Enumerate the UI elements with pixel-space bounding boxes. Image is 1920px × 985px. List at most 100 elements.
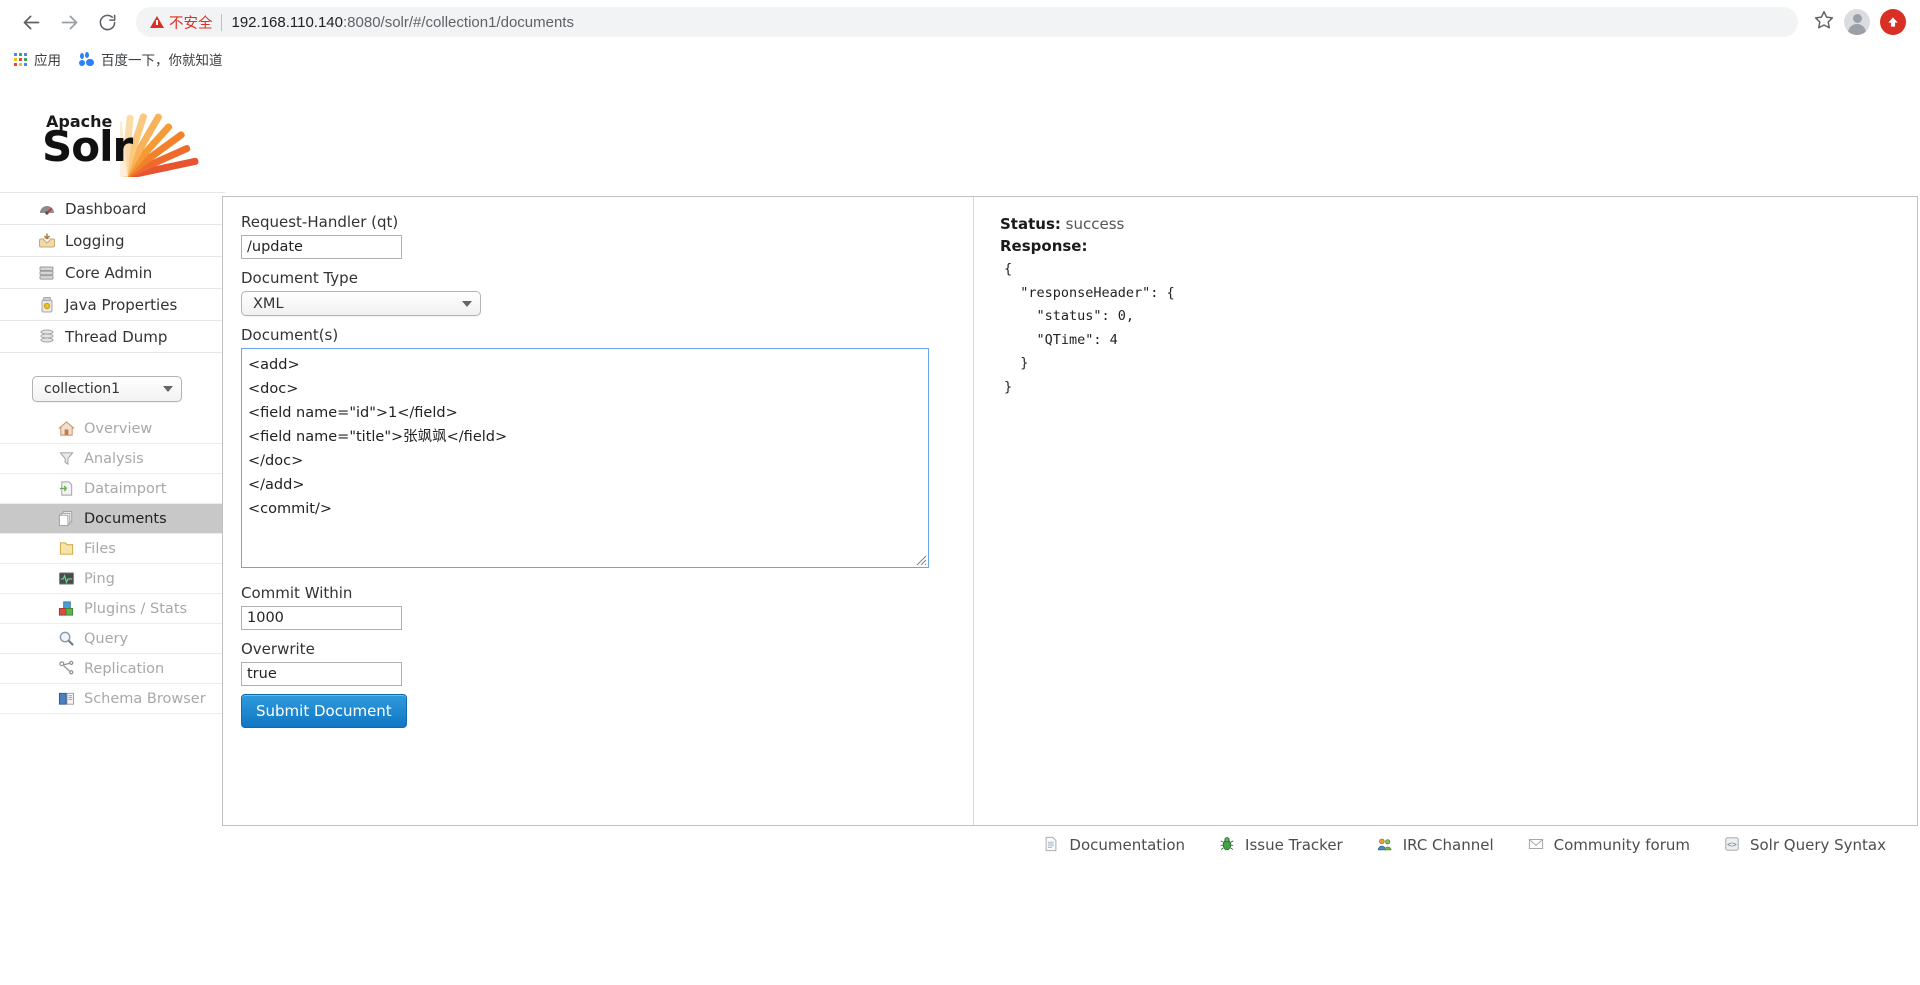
footer-link-community-forum[interactable]: Community forum xyxy=(1528,836,1690,854)
footer-link-issue-tracker[interactable]: Issue Tracker xyxy=(1219,836,1343,854)
chevron-down-icon xyxy=(462,300,472,307)
bookmark-label: 百度一下，你就知道 xyxy=(101,53,223,69)
menu-link[interactable]: Java Properties xyxy=(0,289,225,320)
logging-icon xyxy=(38,232,56,250)
collection-select[interactable]: collection1 xyxy=(32,376,182,402)
sidebar-item-label: Ping xyxy=(84,570,115,587)
document-type-select[interactable]: XML xyxy=(241,291,481,316)
core-link[interactable]: Schema Browser xyxy=(0,684,225,713)
core-link[interactable]: Documents xyxy=(0,504,225,533)
folder-icon xyxy=(58,540,76,558)
footer-link-solr-query-syntax[interactable]: <> Solr Query Syntax xyxy=(1724,836,1886,854)
overwrite-input[interactable] xyxy=(241,662,402,686)
response-label: Response: xyxy=(1000,237,1088,255)
thread-dump-icon xyxy=(38,328,56,346)
reload-button[interactable] xyxy=(90,5,124,39)
book-icon xyxy=(58,690,76,708)
footer-link-documentation[interactable]: Documentation xyxy=(1043,836,1185,854)
footer-link-label: IRC Channel xyxy=(1402,836,1494,854)
core-link[interactable]: Replication xyxy=(0,654,225,683)
documents-icon xyxy=(58,510,76,528)
footer-link-label: Documentation xyxy=(1069,836,1186,854)
core-link[interactable]: Analysis xyxy=(0,444,225,473)
sidebar-item-label: Dataimport xyxy=(84,480,167,497)
svg-text:<>: <> xyxy=(1727,840,1737,849)
sidebar-item-replication[interactable]: Replication xyxy=(0,654,225,684)
sidebar-item-dashboard[interactable]: Dashboard xyxy=(0,192,225,225)
sidebar-item-files[interactable]: Files xyxy=(0,534,225,564)
documents-textarea[interactable]: <add> <doc> <field name="id">1</field> <… xyxy=(241,348,929,568)
sidebar-item-label: Thread Dump xyxy=(65,327,168,346)
overwrite-label: Overwrite xyxy=(241,640,315,658)
browser-toolbar: 不安全 192.168.110.140:8080/solr/#/collecti… xyxy=(0,0,1920,44)
bookmark-star-icon[interactable] xyxy=(1814,10,1834,35)
ping-icon xyxy=(58,570,76,588)
request-handler-input[interactable] xyxy=(241,235,402,259)
document-page-icon xyxy=(1043,836,1061,854)
sidebar-item-query[interactable]: Query xyxy=(0,624,225,654)
core-link[interactable]: Overview xyxy=(0,414,225,443)
update-button[interactable] xyxy=(1880,9,1906,35)
back-button[interactable] xyxy=(14,5,48,39)
sidebar-item-documents[interactable]: Documents xyxy=(0,504,225,534)
dataimport-icon xyxy=(58,480,76,498)
documents-panel: Request-Handler (qt) Document Type XML D… xyxy=(222,196,1918,826)
menu-link[interactable]: Core Admin xyxy=(0,257,225,288)
footer-link-irc-channel[interactable]: IRC Channel xyxy=(1377,836,1494,854)
sidebar-item-core-admin[interactable]: Core Admin xyxy=(0,257,225,289)
sidebar-item-schema-browser[interactable]: Schema Browser xyxy=(0,684,225,714)
baidu-icon xyxy=(79,51,94,67)
address-bar[interactable]: 不安全 192.168.110.140:8080/solr/#/collecti… xyxy=(136,7,1798,37)
security-label: 不安全 xyxy=(169,15,213,32)
sidebar-item-label: Core Admin xyxy=(65,263,153,282)
core-link[interactable]: Plugins / Stats xyxy=(0,594,225,623)
security-status[interactable]: 不安全 xyxy=(150,12,213,33)
sidebar-item-analysis[interactable]: Analysis xyxy=(0,444,225,474)
footer-link-label: Solr Query Syntax xyxy=(1749,836,1886,854)
bookmarks-bar: 应用 百度一下，你就知道 xyxy=(0,44,1920,74)
menu-link[interactable]: Thread Dump xyxy=(0,321,225,352)
forward-button[interactable] xyxy=(52,5,86,39)
core-link[interactable]: Dataimport xyxy=(0,474,225,503)
documents-textarea-wrap: <add> <doc> <field name="id">1</field> <… xyxy=(241,348,929,568)
sidebar-item-thread-dump[interactable]: Thread Dump xyxy=(0,321,225,353)
status-line: Status: success xyxy=(1000,213,1917,235)
menu-link[interactable]: Dashboard xyxy=(0,193,225,224)
core-link[interactable]: Ping xyxy=(0,564,225,593)
replication-icon xyxy=(58,660,76,678)
footer-link-label: Community forum xyxy=(1553,836,1690,854)
sidebar-item-overview[interactable]: Overview xyxy=(0,414,225,444)
code-icon: <> xyxy=(1724,836,1742,854)
response-panel: Status: success Response: { "responseHea… xyxy=(973,197,1917,825)
core-link[interactable]: Files xyxy=(0,534,225,563)
avatar[interactable] xyxy=(1844,9,1870,35)
commit-within-label: Commit Within xyxy=(241,584,353,602)
core-link[interactable]: Query xyxy=(0,624,225,653)
logo-solr-text: Solr xyxy=(42,122,133,171)
solr-logo-wrap: Apache Solr xyxy=(0,74,225,192)
document-form: Request-Handler (qt) Document Type XML D… xyxy=(223,197,973,825)
sidebar-item-label: Replication xyxy=(84,660,165,677)
commit-within-input[interactable] xyxy=(241,606,402,630)
menu-link[interactable]: Logging xyxy=(0,225,225,256)
solr-logo[interactable]: Apache Solr xyxy=(42,99,202,179)
bookmark-apps[interactable]: 应用 xyxy=(14,49,61,69)
request-handler-label: Request-Handler (qt) xyxy=(241,213,399,231)
omnibox-divider xyxy=(220,13,222,31)
sidebar-item-ping[interactable]: Ping xyxy=(0,564,225,594)
sidebar-item-dataimport[interactable]: Dataimport xyxy=(0,474,225,504)
sidebar-item-label: Overview xyxy=(84,420,153,437)
core-menu: Overview Analysis Dataimport Documents F… xyxy=(0,414,225,714)
dashboard-icon xyxy=(38,200,56,218)
sidebar-item-logging[interactable]: Logging xyxy=(0,225,225,257)
sidebar-item-label: Query xyxy=(84,630,129,647)
bookmark-baidu[interactable]: 百度一下，你就知道 xyxy=(79,49,223,69)
response-label-line: Response: xyxy=(1000,235,1917,257)
submit-document-button[interactable]: Submit Document xyxy=(241,694,407,728)
sidebar-item-java-properties[interactable]: Java Properties xyxy=(0,289,225,321)
java-properties-icon xyxy=(38,296,56,314)
funnel-icon xyxy=(58,450,76,468)
back-arrow-icon xyxy=(21,12,42,33)
sidebar-item-plugins-stats[interactable]: Plugins / Stats xyxy=(0,594,225,624)
sidebar-item-label: Schema Browser xyxy=(84,690,206,707)
